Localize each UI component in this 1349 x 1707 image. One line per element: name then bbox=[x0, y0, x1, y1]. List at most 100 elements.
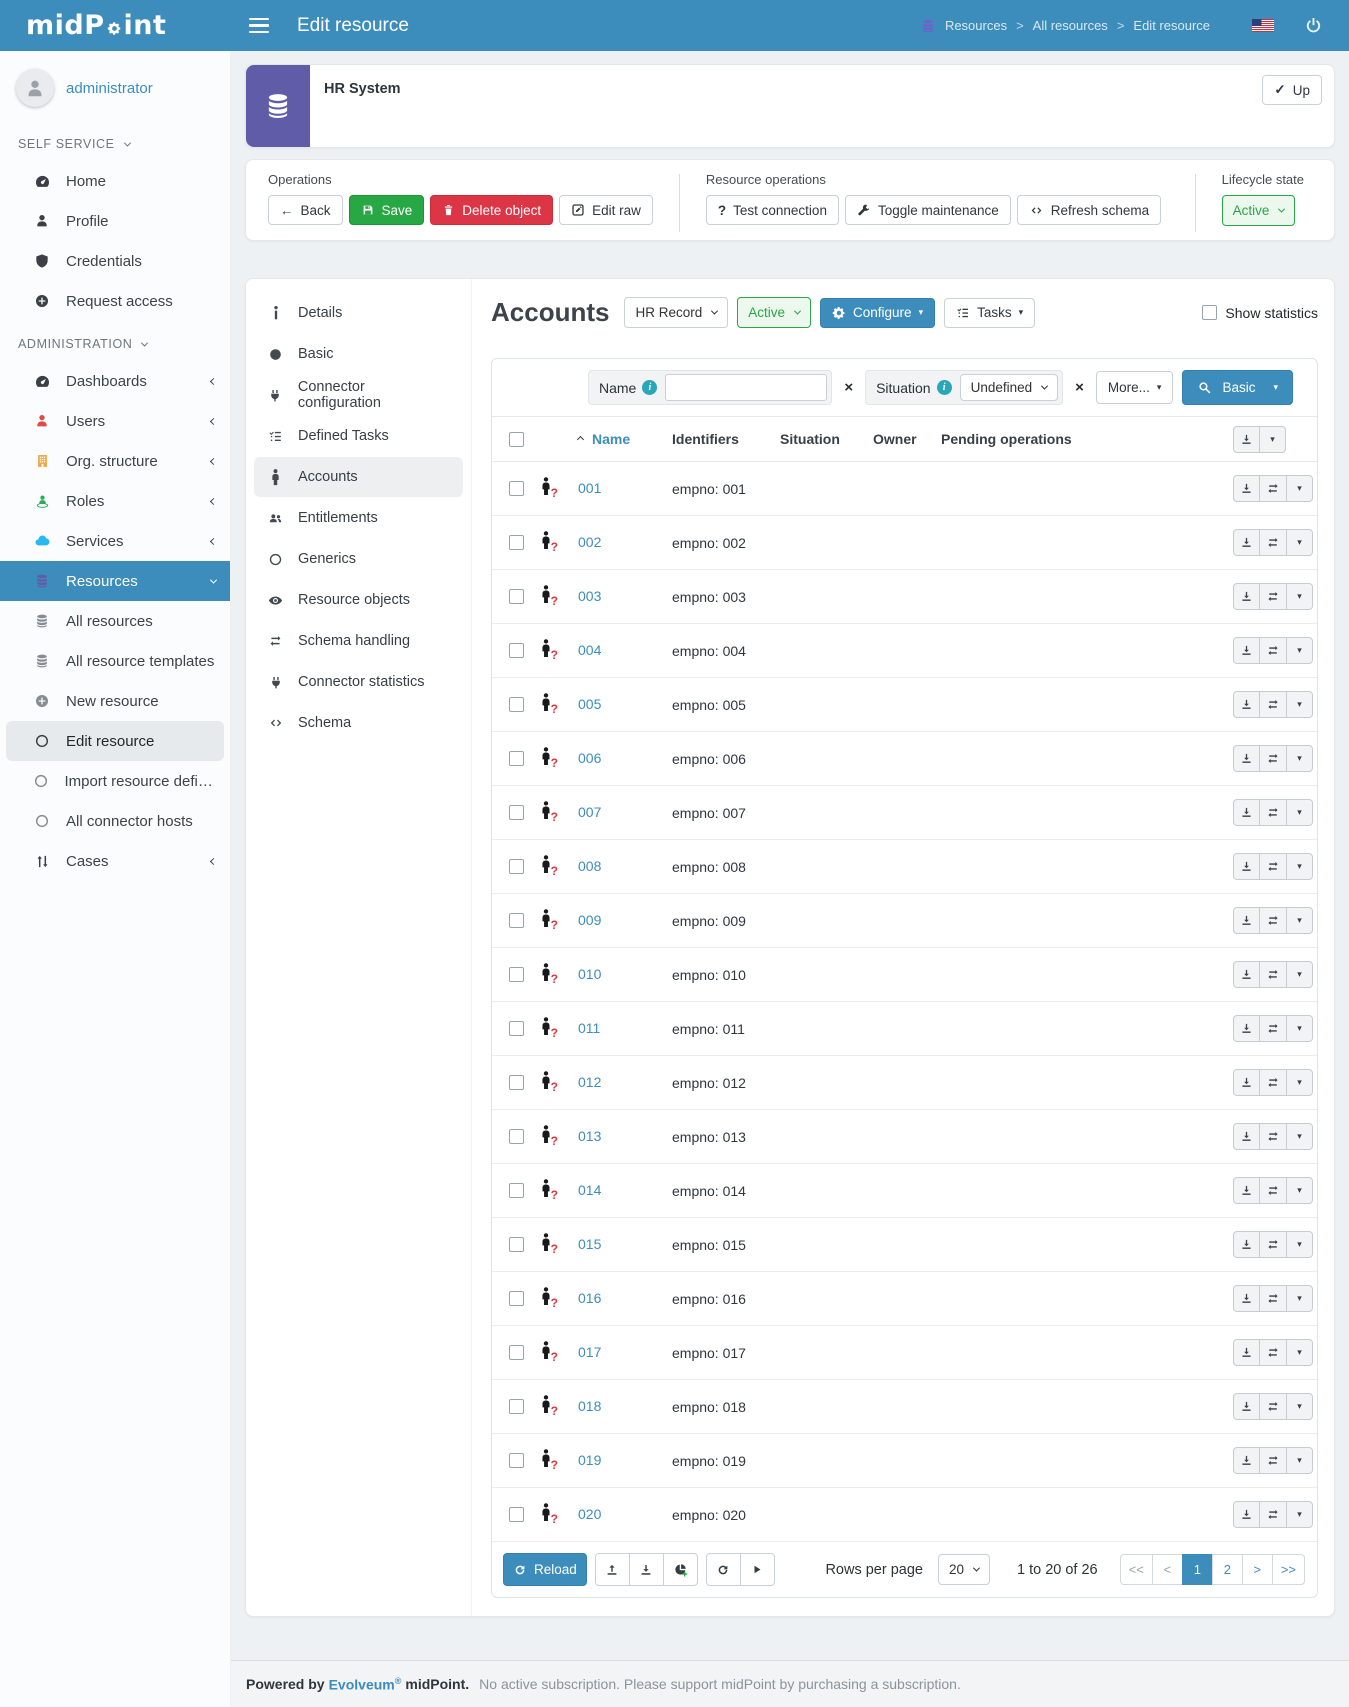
row-download-button[interactable] bbox=[1233, 1177, 1260, 1204]
row-exchange-button[interactable] bbox=[1259, 745, 1287, 772]
nav-item-basic[interactable]: Basic bbox=[254, 334, 463, 374]
more-filters-button[interactable]: More... ▾ bbox=[1095, 371, 1174, 404]
account-name-link[interactable]: 008 bbox=[578, 858, 601, 874]
locale-flag-icon[interactable] bbox=[1252, 19, 1274, 32]
row-checkbox[interactable] bbox=[508, 967, 524, 982]
column-header-pending-operations[interactable]: Pending operations bbox=[939, 431, 1231, 447]
row-menu-button[interactable]: ▾ bbox=[1286, 1339, 1313, 1366]
row-checkbox[interactable] bbox=[508, 643, 524, 658]
row-checkbox[interactable] bbox=[508, 859, 524, 874]
search-button[interactable]: Basic ▾ bbox=[1182, 370, 1293, 405]
account-name-link[interactable]: 018 bbox=[578, 1398, 601, 1414]
export-menu-button[interactable]: ▾ bbox=[1259, 425, 1286, 453]
row-checkbox[interactable] bbox=[508, 1507, 524, 1522]
account-name-link[interactable]: 009 bbox=[578, 912, 601, 928]
account-name-link[interactable]: 007 bbox=[578, 804, 601, 820]
nav-item-connector-statistics[interactable]: Connector statistics bbox=[254, 662, 463, 702]
sidebar-item-credentials[interactable]: Credentials bbox=[0, 241, 230, 281]
select-all-checkbox[interactable] bbox=[508, 431, 524, 447]
nav-item-generics[interactable]: Generics bbox=[254, 539, 463, 579]
row-menu-button[interactable]: ▾ bbox=[1286, 691, 1313, 718]
row-download-button[interactable] bbox=[1233, 1123, 1260, 1150]
sidebar-item-resources[interactable]: Resources bbox=[0, 561, 230, 601]
reload-button[interactable]: Reload bbox=[503, 1553, 587, 1586]
row-download-button[interactable] bbox=[1233, 961, 1260, 988]
row-menu-button[interactable]: ▾ bbox=[1286, 1177, 1313, 1204]
row-exchange-button[interactable] bbox=[1259, 1069, 1287, 1096]
sidebar-item-request-access[interactable]: Request access bbox=[0, 281, 230, 321]
row-menu-button[interactable]: ▾ bbox=[1286, 799, 1313, 826]
row-menu-button[interactable]: ▾ bbox=[1286, 583, 1313, 610]
account-name-link[interactable]: 010 bbox=[578, 966, 601, 982]
sidebar-item-all-resources[interactable]: All resources bbox=[0, 601, 230, 641]
test-connection-button[interactable]: ? Test connection bbox=[705, 195, 839, 225]
user-panel[interactable]: administrator bbox=[0, 63, 230, 121]
account-name-link[interactable]: 013 bbox=[578, 1128, 601, 1144]
row-menu-button[interactable]: ▾ bbox=[1286, 1069, 1313, 1096]
sidebar-item-roles[interactable]: Roles bbox=[0, 481, 230, 521]
nav-item-accounts[interactable]: Accounts bbox=[254, 457, 463, 497]
row-checkbox[interactable] bbox=[508, 805, 524, 820]
row-download-button[interactable] bbox=[1233, 583, 1260, 610]
row-download-button[interactable] bbox=[1233, 799, 1260, 826]
row-exchange-button[interactable] bbox=[1259, 1015, 1287, 1042]
row-menu-button[interactable]: ▾ bbox=[1286, 907, 1313, 934]
account-name-link[interactable]: 005 bbox=[578, 696, 601, 712]
row-download-button[interactable] bbox=[1233, 1231, 1260, 1258]
account-name-link[interactable]: 011 bbox=[578, 1020, 600, 1036]
row-menu-button[interactable]: ▾ bbox=[1286, 1285, 1313, 1312]
account-name-link[interactable]: 019 bbox=[578, 1452, 601, 1468]
row-exchange-button[interactable] bbox=[1259, 1177, 1287, 1204]
nav-item-schema-handling[interactable]: Schema handling bbox=[254, 621, 463, 661]
account-name-link[interactable]: 001 bbox=[578, 480, 601, 496]
row-checkbox[interactable] bbox=[508, 535, 524, 550]
row-checkbox[interactable] bbox=[508, 1453, 524, 1468]
account-name-link[interactable]: 004 bbox=[578, 642, 601, 658]
row-download-button[interactable] bbox=[1233, 1339, 1260, 1366]
pagination-button[interactable]: >> bbox=[1271, 1554, 1305, 1585]
account-name-link[interactable]: 002 bbox=[578, 534, 601, 550]
row-exchange-button[interactable] bbox=[1259, 907, 1287, 934]
row-download-button[interactable] bbox=[1233, 1285, 1260, 1312]
row-checkbox[interactable] bbox=[508, 751, 524, 766]
row-checkbox[interactable] bbox=[508, 589, 524, 604]
download-all-button[interactable] bbox=[628, 1553, 664, 1586]
row-exchange-button[interactable] bbox=[1259, 1123, 1287, 1150]
row-download-button[interactable] bbox=[1233, 853, 1260, 880]
sidebar-item-all-connector-hosts[interactable]: All connector hosts bbox=[0, 801, 230, 841]
row-exchange-button[interactable] bbox=[1259, 853, 1287, 880]
export-button[interactable] bbox=[1233, 425, 1260, 453]
app-logo[interactable]: midP int bbox=[0, 10, 231, 41]
row-checkbox[interactable] bbox=[508, 1183, 524, 1198]
clear-name-filter-button[interactable]: × bbox=[841, 379, 856, 396]
row-download-button[interactable] bbox=[1233, 907, 1260, 934]
import-button[interactable] bbox=[594, 1553, 630, 1586]
row-checkbox[interactable] bbox=[508, 697, 524, 712]
sidebar-item-all-resource-templates[interactable]: All resource templates bbox=[0, 641, 230, 681]
row-checkbox[interactable] bbox=[508, 1291, 524, 1306]
row-download-button[interactable] bbox=[1233, 1501, 1260, 1528]
row-download-button[interactable] bbox=[1233, 475, 1260, 502]
menu-toggle-icon[interactable] bbox=[249, 17, 269, 34]
row-menu-button[interactable]: ▾ bbox=[1286, 961, 1313, 988]
row-exchange-button[interactable] bbox=[1259, 1501, 1287, 1528]
row-download-button[interactable] bbox=[1233, 1393, 1260, 1420]
row-menu-button[interactable]: ▾ bbox=[1286, 853, 1313, 880]
info-icon[interactable]: i bbox=[936, 380, 952, 395]
column-header-name[interactable]: Name bbox=[576, 431, 670, 447]
account-name-link[interactable]: 012 bbox=[578, 1074, 601, 1090]
row-menu-button[interactable]: ▾ bbox=[1286, 475, 1313, 502]
rows-per-page-select[interactable]: 20 bbox=[937, 1554, 990, 1585]
evolveum-link[interactable]: Evolveum® bbox=[329, 1676, 402, 1693]
nav-item-connector-configuration[interactable]: Connector configuration bbox=[254, 375, 463, 415]
sidebar-item-services[interactable]: Services bbox=[0, 521, 230, 561]
account-name-link[interactable]: 014 bbox=[578, 1182, 601, 1198]
column-header-identifiers[interactable]: Identifiers bbox=[670, 431, 778, 447]
row-download-button[interactable] bbox=[1233, 745, 1260, 772]
account-name-link[interactable]: 016 bbox=[578, 1290, 601, 1306]
info-icon[interactable]: i bbox=[642, 380, 658, 395]
name-filter-input[interactable] bbox=[665, 374, 828, 401]
row-checkbox[interactable] bbox=[508, 481, 524, 496]
pagination-button[interactable]: > bbox=[1241, 1554, 1273, 1585]
account-name-link[interactable]: 006 bbox=[578, 750, 601, 766]
